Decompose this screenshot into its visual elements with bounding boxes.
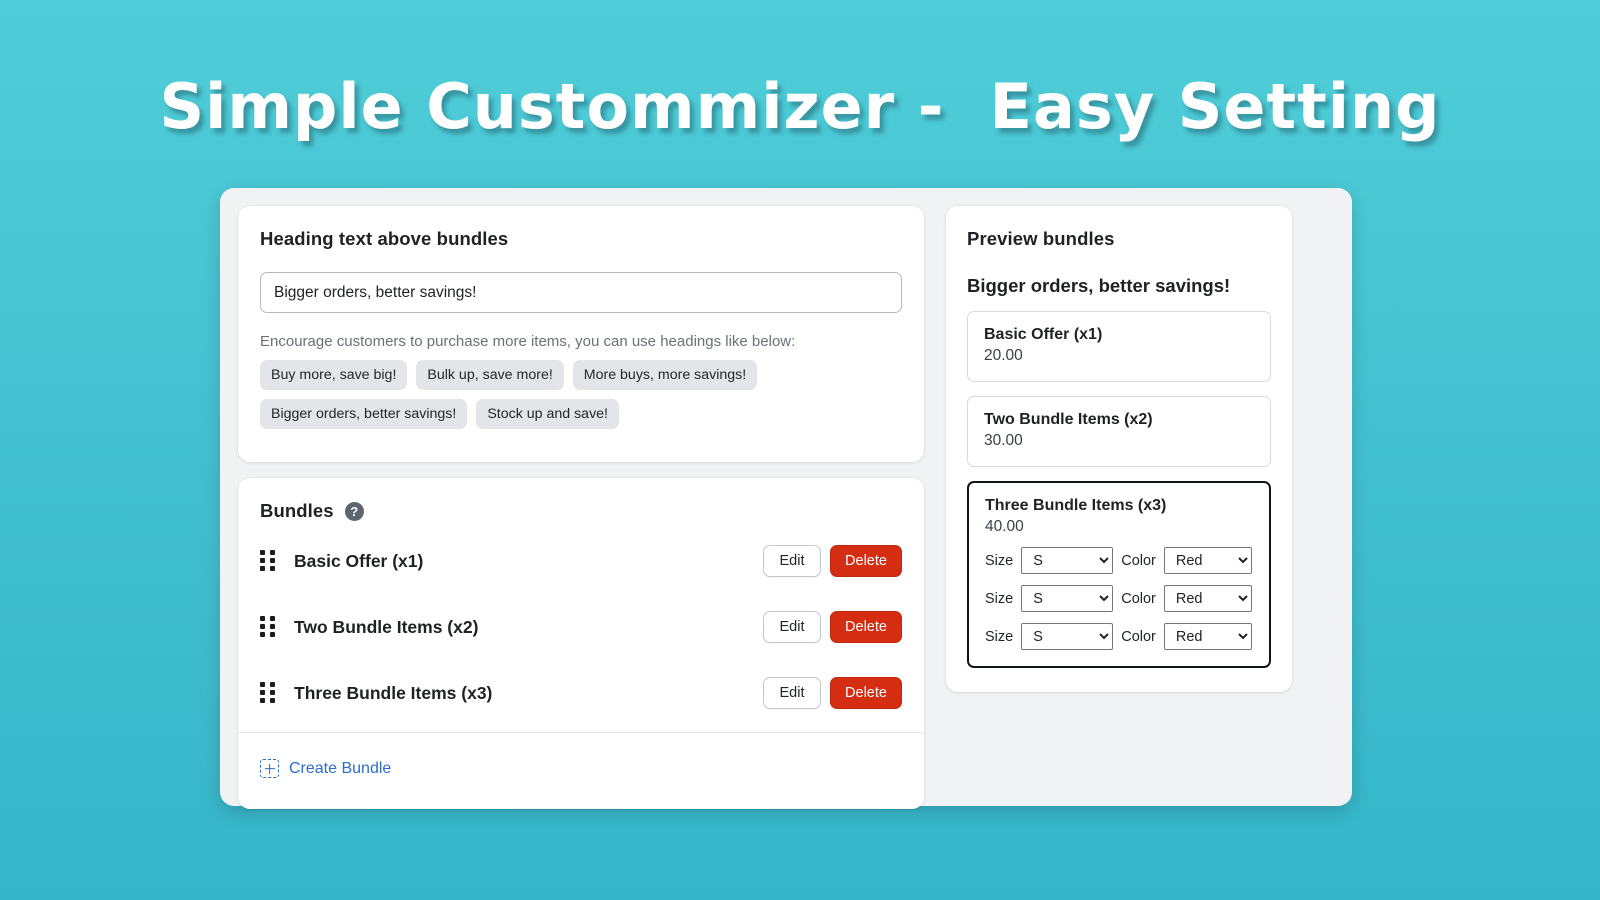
create-bundle-label: Create Bundle xyxy=(289,759,392,777)
offer-title: Basic Offer (x1) xyxy=(984,326,1103,343)
app-shell: Heading text above bundles Encourage cus… xyxy=(220,188,1352,809)
preview-offer-card[interactable]: Two Bundle Items (x2) 30.00 xyxy=(967,396,1271,467)
create-bundle-row: Create Bundle xyxy=(238,733,924,809)
banner-title: Simple Custommizer - Easy Setting xyxy=(159,70,1441,143)
preview-heading-text: Bigger orders, better savings! xyxy=(967,275,1231,296)
color-label: Color xyxy=(1121,628,1156,645)
edit-button[interactable]: Edit xyxy=(763,611,821,643)
bundle-name: Basic Offer (x1) xyxy=(294,550,424,571)
preview-offer-card[interactable]: Basic Offer (x1) 20.00 xyxy=(967,311,1271,382)
suggestion-chip[interactable]: Bulk up, save more! xyxy=(416,360,564,390)
offer-price: 40.00 xyxy=(985,518,1024,535)
bundle-name: Three Bundle Items (x3) xyxy=(294,682,493,703)
offer-title: Two Bundle Items (x2) xyxy=(984,411,1153,428)
drag-handle-icon[interactable] xyxy=(260,682,276,704)
variant-row: Size SMLXL Color RedBlueGreenBlack xyxy=(985,585,1253,612)
bundle-name: Two Bundle Items (x2) xyxy=(294,616,479,637)
drag-handle-icon[interactable] xyxy=(260,616,276,638)
heading-card-title: Heading text above bundles xyxy=(260,228,509,249)
color-select[interactable]: RedBlueGreenBlack xyxy=(1163,547,1252,574)
suggestion-chip[interactable]: Stock up and save! xyxy=(476,399,619,429)
table-row[interactable]: Three Bundle Items (x3) Edit Delete xyxy=(260,660,902,726)
offer-price: 20.00 xyxy=(984,347,1023,364)
create-bundle-link[interactable]: Create Bundle xyxy=(260,759,391,778)
size-select[interactable]: SMLXL xyxy=(1021,547,1114,574)
delete-button[interactable]: Delete xyxy=(830,677,902,709)
heading-text-input[interactable] xyxy=(260,272,902,313)
variant-row: Size SMLXL Color RedBlueGreenBlack xyxy=(985,547,1253,574)
suggestion-chip[interactable]: More buys, more savings! xyxy=(572,360,758,390)
question-mark-icon[interactable]: ? xyxy=(344,501,364,521)
bundles-title: Bundles xyxy=(260,500,334,521)
size-select[interactable]: SMLXL xyxy=(1021,623,1114,650)
left-column: Heading text above bundles Encourage cus… xyxy=(238,206,924,809)
color-select[interactable]: RedBlueGreenBlack xyxy=(1163,623,1252,650)
heading-text-card: Heading text above bundles Encourage cus… xyxy=(238,206,924,462)
size-label: Size xyxy=(985,628,1014,645)
drag-handle-icon[interactable] xyxy=(260,550,276,572)
offer-title: Three Bundle Items (x3) xyxy=(985,497,1167,514)
delete-button[interactable]: Delete xyxy=(830,545,902,577)
suggestion-chips: Buy more, save big! Bulk up, save more! … xyxy=(260,360,902,429)
preview-bundles-card: Preview bundles Bigger orders, better sa… xyxy=(946,206,1292,692)
size-label: Size xyxy=(985,590,1014,607)
heading-helper-text: Encourage customers to purchase more ite… xyxy=(260,333,796,350)
suggestion-chip[interactable]: Bigger orders, better savings! xyxy=(260,399,468,429)
size-label: Size xyxy=(985,552,1014,569)
suggestion-chip-row-2: Bigger orders, better savings! Stock up … xyxy=(260,399,902,429)
right-column: Preview bundles Bigger orders, better sa… xyxy=(946,206,1292,788)
offer-price: 30.00 xyxy=(984,432,1023,449)
table-row[interactable]: Two Bundle Items (x2) Edit Delete xyxy=(260,594,902,660)
table-row[interactable]: Basic Offer (x1) Edit Delete xyxy=(260,528,902,594)
edit-button[interactable]: Edit xyxy=(763,545,821,577)
preview-card-title: Preview bundles xyxy=(967,228,1115,249)
preview-offer-card-selected[interactable]: Three Bundle Items (x3) 40.00 Size SMLXL… xyxy=(967,481,1271,668)
suggestion-chip[interactable]: Buy more, save big! xyxy=(260,360,408,390)
delete-button[interactable]: Delete xyxy=(830,611,902,643)
bundle-list: Basic Offer (x1) Edit Delete Two Bundle … xyxy=(238,522,924,726)
color-select[interactable]: RedBlueGreenBlack xyxy=(1163,585,1252,612)
edit-button[interactable]: Edit xyxy=(763,677,821,709)
color-label: Color xyxy=(1121,590,1156,607)
dashed-plus-icon xyxy=(260,759,279,778)
bundles-header: Bundles ? xyxy=(238,478,924,522)
banner: Simple Custommizer - Easy Setting xyxy=(0,76,1600,138)
variant-row: Size SMLXL Color RedBlueGreenBlack xyxy=(985,623,1253,650)
suggestion-chip-row-1: Buy more, save big! Bulk up, save more! … xyxy=(260,360,902,390)
size-select[interactable]: SMLXL xyxy=(1021,585,1114,612)
bundles-card: Bundles ? Basic Offer (x1) Edit Delete T… xyxy=(238,478,924,809)
color-label: Color xyxy=(1121,552,1156,569)
